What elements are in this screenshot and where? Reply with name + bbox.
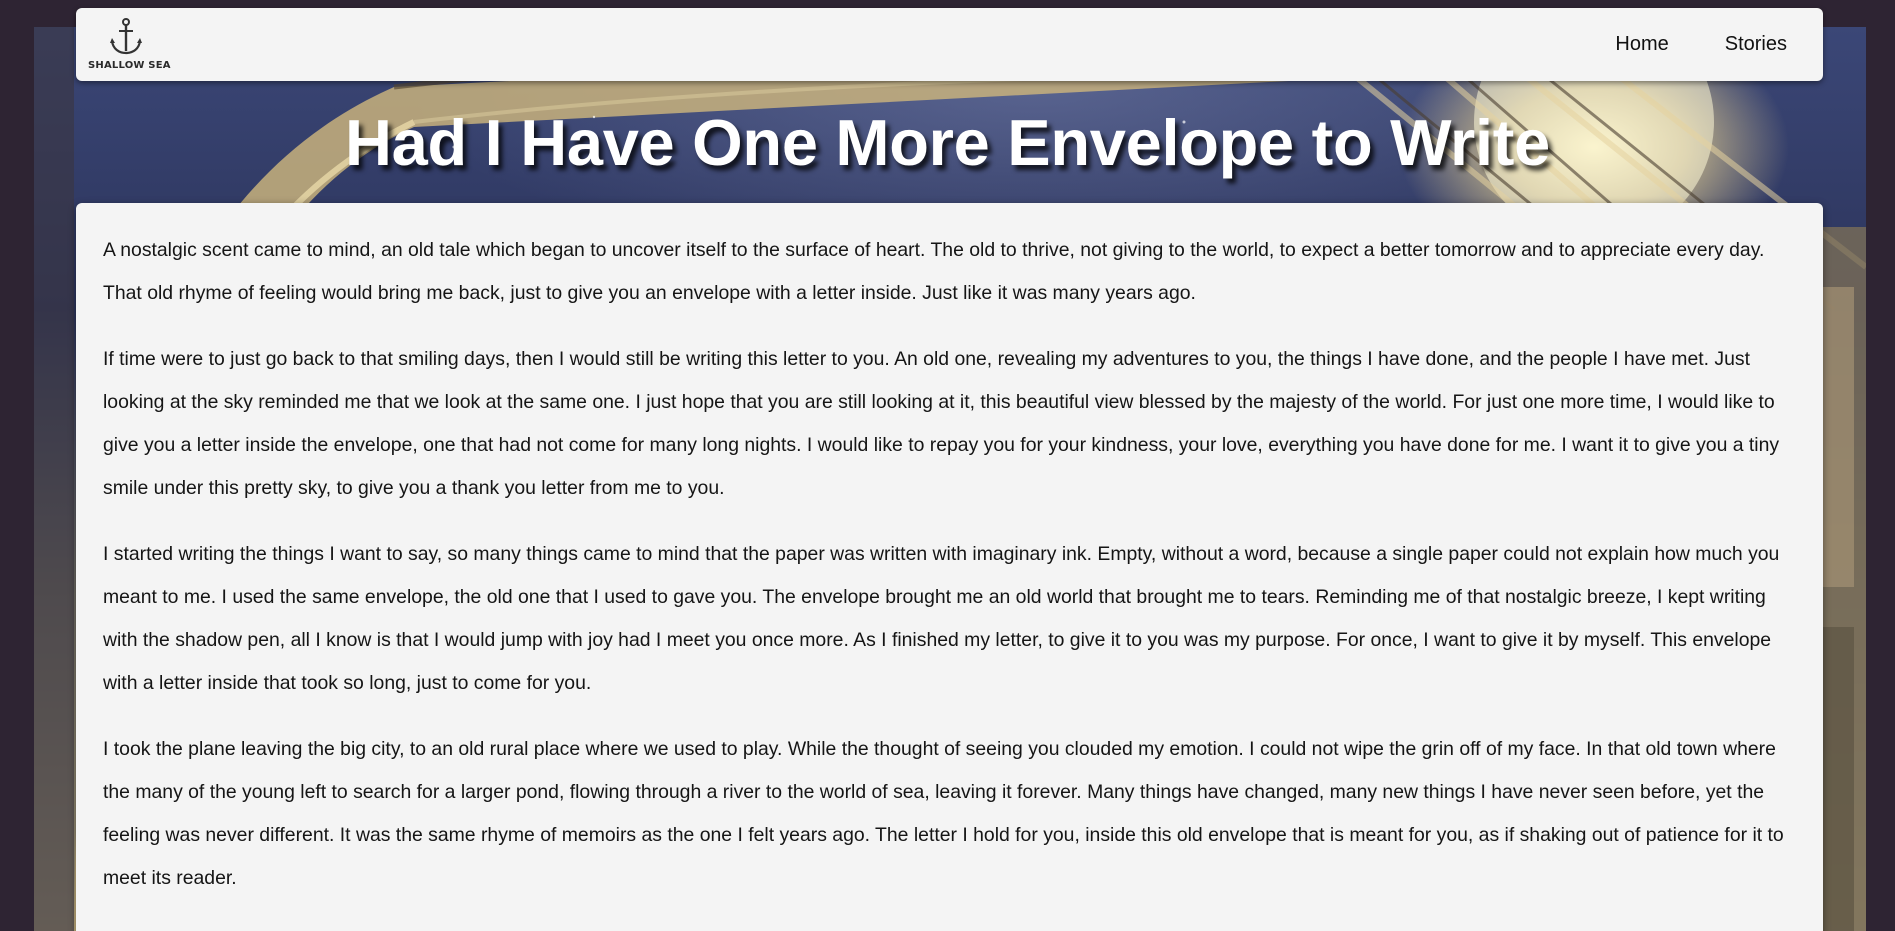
nav-links: Home Stories (1615, 8, 1787, 81)
page: SHALLOW SEA Home Stories Had I Have One … (0, 0, 1895, 931)
navbar: SHALLOW SEA Home Stories (76, 8, 1823, 81)
story-paragraph-1: A nostalgic scent came to mind, an old t… (103, 239, 1765, 304)
story-paragraph-3: I started writing the things I want to s… (103, 543, 1780, 694)
nav-home-link[interactable]: Home (1615, 33, 1668, 56)
story-card: A nostalgic scent came to mind, an old t… (76, 203, 1823, 931)
story-paragraph-4: I took the plane leaving the big city, t… (103, 738, 1784, 889)
site-logo[interactable]: SHALLOW SEA (88, 17, 171, 75)
anchor-icon (110, 18, 142, 55)
brand-name: SHALLOW SEA (88, 60, 171, 71)
story-paragraph-2: If time were to just go back to that smi… (103, 348, 1780, 499)
story-title: Had I Have One More Envelope to Write (345, 106, 1550, 179)
nav-stories-link[interactable]: Stories (1725, 33, 1787, 56)
